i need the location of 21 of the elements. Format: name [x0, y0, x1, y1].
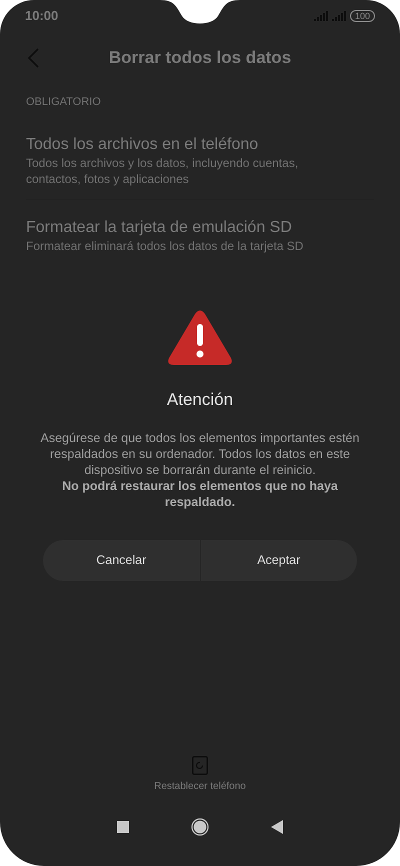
warning-icon — [167, 310, 233, 366]
dialog-button[interactable]: Aceptar — [200, 540, 357, 581]
home-icon[interactable] — [191, 818, 209, 836]
back-icon[interactable] — [271, 820, 283, 834]
dialog-button[interactable]: Cancelar — [43, 540, 200, 581]
dialog-title: Atención — [166, 388, 234, 410]
signal-icon — [314, 11, 328, 21]
battery-level: 100 — [350, 10, 375, 22]
reset-icon[interactable] — [192, 756, 208, 775]
signal-icon — [332, 11, 346, 21]
option-title[interactable]: Todos los archivos en el teléfono — [26, 134, 374, 154]
recents-icon[interactable] — [117, 821, 129, 833]
option-description: Todos los archivos y los datos, incluyendo cuentas, contactos, fotos y aplicaciones — [26, 154, 300, 186]
section-label: OBLIGATORIO — [25, 95, 102, 110]
option-title[interactable]: Formatear la tarjeta de emulación SD — [26, 218, 374, 238]
screen-title: Borrar todos los datos — [108, 47, 292, 70]
clock-time: 10:00 — [25, 7, 58, 26]
reset-phone-label: Restablecer teléfono — [154, 780, 246, 794]
dialog-warning: No podrá restaurar los elementos que no haya respaldado. — [61, 478, 339, 510]
option-description: Formatear eliminará todos los datos de la tarjeta SD — [26, 238, 304, 254]
dialog-message: Asegúrese de que todos los elementos importantes estén respaldados en su ordenador. Todos los datos en este dispositivo se borrarán durante el reinicio. — [40, 430, 360, 478]
